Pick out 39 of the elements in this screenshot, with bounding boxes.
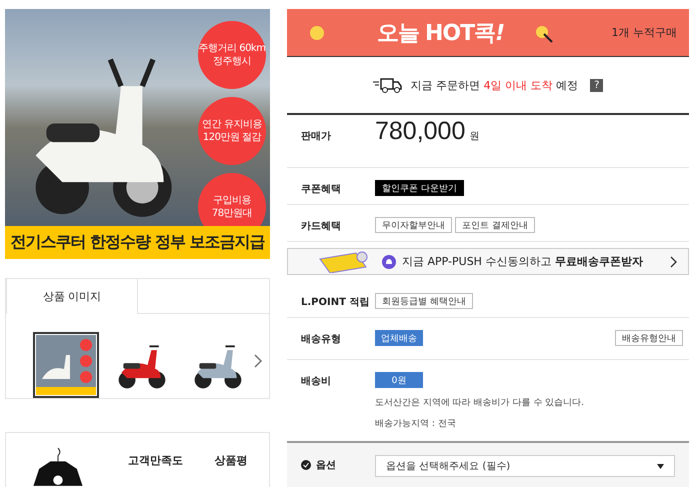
shipping-type-tag: 업체배송 [375, 330, 423, 346]
row-label: 카드혜택 [301, 220, 342, 233]
shipping-note: 배송가능지역 : 전국 [375, 418, 457, 430]
info-button[interactable]: 배송유형안내 [615, 330, 683, 346]
option-select[interactable]: 옵션을 선택해주세요 (필수) [375, 455, 675, 477]
info-button[interactable]: 무이자할부안내 [375, 217, 452, 233]
row-label: 배송비 [301, 375, 332, 388]
feature-badge: 연간 유지비용 120만원 절감 [198, 97, 266, 165]
help-button[interactable]: ? [590, 78, 604, 92]
row-label: 쿠폰혜택 [301, 183, 342, 196]
row-label: L.POINT 적립 [301, 296, 370, 309]
price-label: 판매가 [301, 130, 332, 143]
shipping-fee-tag: 0원 [375, 372, 423, 388]
review-label: 상품평 [214, 453, 249, 468]
chevron-right-icon [670, 256, 678, 268]
purchase-count: 1개 누적구매 [612, 25, 677, 40]
gallery-tab[interactable]: 상품 이미지 [6, 278, 138, 314]
price-amount: 780,000 [375, 117, 466, 145]
shipping-note: 도서산간은 지역에 따라 배송비가 다를 수 있습니다. [375, 397, 584, 409]
dropdown-caret-icon [657, 464, 664, 468]
promo-banner: 전기스쿠터 한정수량 정부 보조금지급 [5, 226, 270, 259]
feature-badge: 구입비용 78만원대 [198, 173, 266, 226]
info-button[interactable]: 할인쿠폰 다운받기 [375, 180, 464, 196]
app-push-text: 지금 APP-PUSH 수신동의하고 무료배송쿠폰받자 [402, 254, 644, 269]
bell-icon [382, 254, 396, 268]
delivery-estimate: 지금 주문하면 4일 이내 도착 예정 [410, 78, 578, 92]
satisfaction-label: 고객만족도 [127, 453, 184, 468]
poster-thumbnail-image [36, 335, 96, 395]
promo-title: 오늘 HOT콕! [377, 20, 504, 48]
option-label: 옵션 [316, 459, 336, 472]
check-circle-icon [301, 460, 311, 470]
app-push-banner[interactable]: 지금 APP-PUSH 수신동의하고 무료배송쿠폰받자 [287, 248, 689, 275]
product-thumbnail[interactable] [33, 332, 99, 398]
truck-icon [372, 76, 403, 94]
info-button[interactable]: 포인트 결제안내 [455, 217, 535, 233]
feature-badge: 주행거리 60km 정주행시 [198, 21, 266, 89]
row-label: 배송유형 [301, 333, 342, 346]
info-button[interactable]: 회원등급별 혜택안내 [375, 293, 473, 309]
price-unit: 원 [469, 131, 480, 142]
